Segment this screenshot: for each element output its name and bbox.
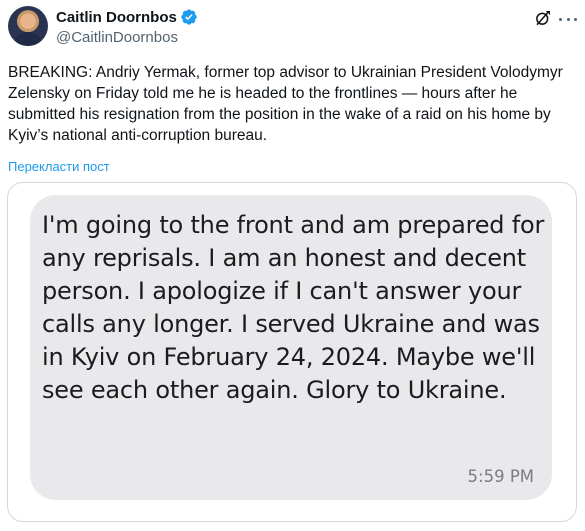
grok-icon[interactable] xyxy=(534,9,552,27)
author-names: Caitlin Doornbos @CaitlinDoornbos xyxy=(56,7,198,46)
translate-post-link[interactable]: Перекласти пост xyxy=(8,159,110,174)
tweet-media[interactable]: I'm going to the front and am prepared f… xyxy=(7,182,577,522)
more-icon[interactable] xyxy=(559,10,577,28)
tweet-text: BREAKING: Andriy Yermak, former top advi… xyxy=(8,64,563,144)
message-timestamp: 5:59 PM xyxy=(467,467,534,486)
author-handle[interactable]: @CaitlinDoornbos xyxy=(56,29,198,46)
message-text: I'm going to the front and am prepared f… xyxy=(42,211,545,404)
display-name-row: Caitlin Doornbos xyxy=(56,7,198,27)
tweet-header: Caitlin Doornbos @CaitlinDoornbos xyxy=(8,6,577,50)
verified-badge-icon[interactable] xyxy=(180,8,198,26)
message-bubble: I'm going to the front and am prepared f… xyxy=(30,195,552,500)
display-name[interactable]: Caitlin Doornbos xyxy=(56,9,177,26)
avatar[interactable] xyxy=(8,6,48,46)
